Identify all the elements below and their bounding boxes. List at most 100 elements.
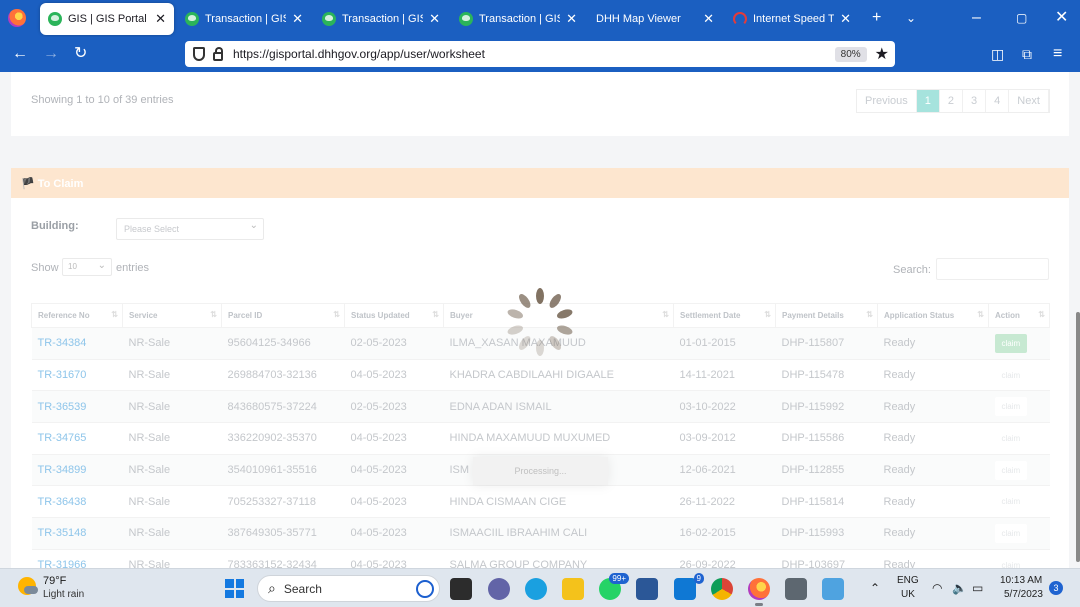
firefox-logo-icon[interactable] (8, 9, 26, 27)
application-status-cell: Ready (877, 422, 989, 455)
network-app-icon[interactable] (785, 578, 807, 600)
column-header-application-status[interactable]: Application Status (877, 303, 989, 328)
processing-indicator: Processing... (473, 457, 608, 485)
clock-date[interactable]: 5/7/2023 (1004, 589, 1043, 600)
task-view-icon[interactable] (450, 578, 472, 600)
new-tab-icon[interactable]: + (872, 8, 881, 28)
teams-chat-icon[interactable] (488, 578, 510, 600)
claim-button[interactable]: claim (994, 365, 1028, 385)
reference-link[interactable]: TR-34384 (31, 327, 123, 360)
building-select[interactable]: Please Select (116, 218, 264, 240)
chrome-icon[interactable] (711, 578, 733, 600)
lock-icon[interactable] (213, 46, 223, 61)
claim-button[interactable]: claim (994, 492, 1028, 512)
pagination-page-4[interactable]: 4 (986, 90, 1010, 112)
application-status-cell: Ready (877, 327, 989, 360)
clock-time[interactable]: 10:13 AM (1000, 575, 1042, 586)
column-header-service[interactable]: Service (122, 303, 222, 328)
pagination-page-1[interactable]: 1 (916, 90, 940, 112)
taskbar-search[interactable]: ⌕ Search (257, 575, 440, 602)
reference-link[interactable]: TR-34765 (31, 422, 123, 455)
pagination-previous[interactable]: Previous (857, 90, 917, 112)
windows-start-icon[interactable] (225, 579, 244, 598)
claim-button[interactable]: claim (994, 460, 1028, 480)
wifi-icon[interactable]: ◠ (932, 581, 942, 595)
column-header-payment-details[interactable]: Payment Details (775, 303, 878, 328)
reference-link[interactable]: TR-31670 (31, 359, 123, 392)
close-icon[interactable]: ✕ (703, 11, 714, 27)
parcel-id-cell: 336220902-35370 (221, 422, 345, 455)
claim-button[interactable]: claim (994, 333, 1028, 353)
tab-speed-test[interactable]: Internet Speed Test | ✕ (725, 3, 859, 35)
page-length-select[interactable]: 10 (62, 258, 112, 276)
file-explorer-icon[interactable] (562, 578, 584, 600)
taskbar-search-label: Search (283, 581, 322, 596)
minimize-icon[interactable]: – (972, 8, 981, 28)
tab-title: GIS | GIS Portal (68, 13, 147, 25)
tab-list-chevron-icon[interactable]: ⌄ (906, 8, 916, 28)
tab-transaction-2[interactable]: Transaction | GIS Po ✕ (314, 3, 448, 35)
settlement-date-cell: 03-10-2022 (673, 390, 776, 424)
weather-description[interactable]: Light rain (43, 589, 84, 600)
back-arrow-icon[interactable]: ← (12, 45, 28, 63)
language-indicator[interactable]: ENG (897, 575, 919, 586)
extensions-icon[interactable]: ⧉ (1022, 45, 1032, 63)
weather-temperature[interactable]: 79°F (43, 575, 66, 587)
column-header-settlement-date[interactable]: Settlement Date (673, 303, 776, 328)
reference-link[interactable]: TR-36438 (31, 485, 123, 519)
close-icon[interactable]: ✕ (840, 11, 851, 27)
claim-button[interactable]: claim (994, 397, 1028, 417)
hamburger-menu-icon[interactable]: ≡ (1053, 45, 1062, 63)
battery-icon[interactable]: ▭ (972, 581, 983, 595)
column-header-reference[interactable]: Reference No (31, 303, 123, 328)
pagination-next[interactable]: Next (1009, 90, 1049, 112)
tab-transaction-1[interactable]: Transaction | GIS Po ✕ (177, 3, 311, 35)
volume-icon[interactable]: 🔈 (952, 581, 967, 595)
window-close-icon[interactable]: ✕ (1055, 8, 1068, 28)
reference-link[interactable]: TR-35148 (31, 517, 123, 550)
column-header-parcel-id[interactable]: Parcel ID (221, 303, 345, 328)
notepad-icon[interactable] (822, 578, 844, 600)
weather-icon[interactable] (18, 577, 38, 595)
tray-chevron-up-icon[interactable]: ⌃ (870, 581, 880, 595)
maximize-icon[interactable]: ▢ (1016, 8, 1027, 28)
url-text[interactable]: https://gisportal.dhhgov.org/app/user/wo… (233, 47, 835, 61)
firefox-taskbar-icon[interactable] (748, 578, 770, 606)
zoom-level[interactable]: 80% (834, 46, 867, 62)
close-icon[interactable]: ✕ (155, 11, 166, 27)
word-icon[interactable] (636, 578, 658, 600)
tab-map-viewer[interactable]: DHH Map Viewer ✕ (588, 3, 722, 35)
reload-icon[interactable]: ↻ (74, 45, 87, 63)
payment-details-cell: DHP-115807 (775, 327, 878, 360)
mail-icon[interactable]: 9 (674, 573, 704, 600)
pagination-page-2[interactable]: 2 (940, 90, 964, 112)
tab-gis-portal[interactable]: GIS | GIS Portal ✕ (40, 3, 174, 35)
whatsapp-icon[interactable]: 99+ (599, 573, 629, 600)
notification-count[interactable]: 3 (1049, 581, 1063, 595)
reference-link[interactable]: TR-31966 (31, 549, 123, 568)
forward-arrow-icon[interactable]: → (43, 45, 59, 63)
close-icon[interactable]: ✕ (292, 11, 303, 27)
tracking-shield-icon[interactable] (193, 47, 205, 61)
service-cell: NR-Sale (122, 517, 222, 550)
pagination-page-3[interactable]: 3 (963, 90, 987, 112)
column-header-action[interactable]: Action (988, 303, 1050, 328)
page-scrollbar[interactable] (1076, 312, 1080, 562)
column-header-status-updated[interactable]: Status Updated (344, 303, 444, 328)
claim-button[interactable]: claim (994, 428, 1028, 448)
pocket-icon[interactable]: ◫ (991, 45, 1004, 63)
search-input[interactable] (936, 258, 1049, 280)
close-icon[interactable]: ✕ (429, 11, 440, 27)
claim-button[interactable]: claim (994, 523, 1028, 543)
bookmark-star-icon[interactable]: ★ (875, 44, 889, 64)
browser-nav-bar: ← → ↻ https://gisportal.dhhgov.org/app/u… (0, 37, 1080, 72)
tab-transaction-3[interactable]: Transaction | GIS Po ✕ (451, 3, 585, 35)
reference-link[interactable]: TR-36539 (31, 390, 123, 424)
url-bar[interactable]: https://gisportal.dhhgov.org/app/user/wo… (185, 41, 895, 67)
edge-icon[interactable] (525, 578, 547, 600)
keyboard-layout[interactable]: UK (901, 589, 915, 600)
close-icon[interactable]: ✕ (566, 11, 577, 27)
reference-link[interactable]: TR-34899 (31, 454, 123, 487)
claim-button[interactable]: claim (994, 555, 1028, 568)
bing-icon[interactable] (416, 579, 434, 598)
